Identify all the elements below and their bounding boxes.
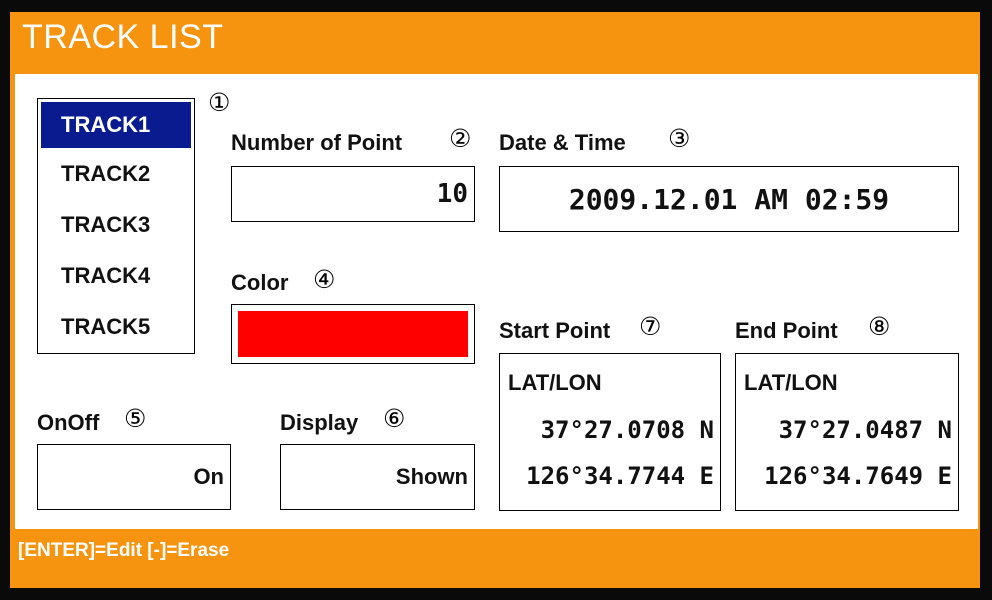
start-point-lon: 126°34.7744 E bbox=[526, 462, 714, 490]
date-time-value: 2009.12.01 AM 02:59 bbox=[568, 182, 890, 216]
track-list[interactable]: TRACK1 TRACK2 TRACK3 TRACK4 TRACK5 bbox=[37, 98, 195, 354]
main-panel: TRACK1 TRACK2 TRACK3 TRACK4 TRACK5 ① Num… bbox=[15, 74, 978, 529]
color-swatch bbox=[238, 311, 468, 357]
marker-8: ⑧ bbox=[868, 312, 891, 341]
color-label: Color bbox=[231, 270, 289, 295]
number-of-point-value: 10 bbox=[436, 179, 468, 209]
marker-6: ⑥ bbox=[383, 404, 406, 433]
number-of-point-field[interactable]: 10 bbox=[231, 166, 475, 222]
display-field[interactable]: Shown bbox=[280, 444, 475, 510]
end-point-field[interactable]: LAT/LON 37°27.0487 N 126°34.7649 E bbox=[735, 353, 959, 511]
onoff-label: OnOff bbox=[37, 410, 100, 435]
device-frame: TRACK LIST TRACK1 TRACK2 TRACK3 TRACK4 T… bbox=[0, 0, 992, 600]
track-item-5[interactable]: TRACK5 bbox=[41, 304, 191, 350]
marker-5: ⑤ bbox=[124, 404, 147, 433]
display-value: Shown bbox=[395, 464, 468, 489]
start-point-header: LAT/LON bbox=[508, 370, 602, 395]
onoff-value: On bbox=[193, 464, 224, 489]
marker-1: ① bbox=[208, 88, 231, 117]
marker-7: ⑦ bbox=[639, 312, 662, 341]
end-point-label: End Point bbox=[735, 318, 838, 343]
page-title: TRACK LIST bbox=[22, 18, 224, 56]
color-field[interactable] bbox=[231, 304, 475, 364]
date-time-label: Date & Time bbox=[499, 130, 626, 155]
track-item-2[interactable]: TRACK2 bbox=[41, 151, 191, 197]
track-item-1[interactable]: TRACK1 bbox=[41, 102, 191, 148]
start-point-field[interactable]: LAT/LON 37°27.0708 N 126°34.7744 E bbox=[499, 353, 721, 511]
onoff-field[interactable]: On bbox=[37, 444, 231, 510]
end-point-lon: 126°34.7649 E bbox=[764, 462, 952, 490]
display-label: Display bbox=[280, 410, 359, 435]
end-point-header: LAT/LON bbox=[744, 370, 838, 395]
screen: TRACK LIST TRACK1 TRACK2 TRACK3 TRACK4 T… bbox=[10, 12, 980, 588]
marker-3: ③ bbox=[668, 124, 691, 153]
start-point-lat: 37°27.0708 N bbox=[540, 416, 714, 444]
number-of-point-label: Number of Point bbox=[231, 130, 403, 155]
key-help-footer: [ENTER]=Edit [-]=Erase bbox=[18, 540, 230, 561]
date-time-field[interactable]: 2009.12.01 AM 02:59 bbox=[499, 166, 959, 232]
marker-4: ④ bbox=[313, 265, 336, 294]
start-point-label: Start Point bbox=[499, 318, 611, 343]
marker-2: ② bbox=[449, 124, 472, 153]
end-point-lat: 37°27.0487 N bbox=[778, 416, 952, 444]
track-item-4[interactable]: TRACK4 bbox=[41, 253, 191, 299]
track-item-3[interactable]: TRACK3 bbox=[41, 202, 191, 248]
